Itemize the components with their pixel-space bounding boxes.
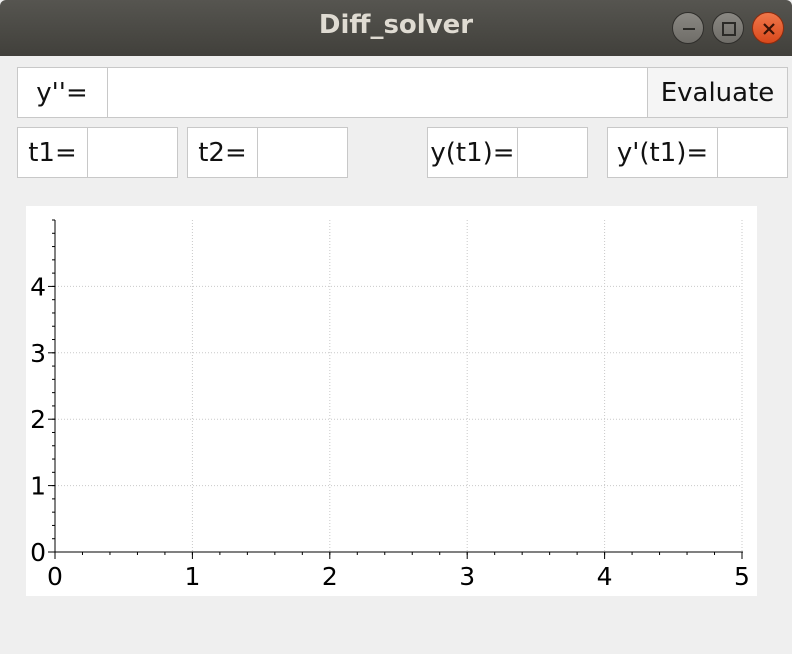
t1-label: t1= — [28, 137, 77, 168]
y-tick-label: 1 — [30, 472, 46, 501]
x-tick-label: 5 — [734, 562, 750, 591]
x-tick-label: 2 — [322, 562, 338, 591]
x-tick-label: 1 — [184, 562, 200, 591]
y-tick-label: 3 — [30, 339, 46, 368]
equation-input[interactable] — [107, 68, 647, 117]
t1-input[interactable] — [87, 128, 177, 177]
plot-canvas: 0 1 2 3 4 5 0 1 2 3 4 — [30, 219, 750, 591]
y-t1-label: y(t1)= — [430, 137, 515, 168]
y-tick-label: 4 — [30, 272, 46, 301]
y-tick-label: 0 — [30, 538, 46, 567]
evaluate-button[interactable]: Evaluate — [647, 67, 788, 118]
solution-plot[interactable]: 0 1 2 3 4 5 0 1 2 3 4 — [26, 206, 757, 596]
x-tick-label: 0 — [47, 562, 63, 591]
t2-label: t2= — [198, 137, 247, 168]
y-t1-input[interactable] — [517, 128, 587, 177]
t2-input[interactable] — [257, 128, 347, 177]
close-icon[interactable] — [752, 12, 784, 44]
dy-t1-label: y'(t1)= — [616, 137, 709, 168]
dy-t1-input[interactable] — [717, 128, 787, 177]
title-bar[interactable]: Diff_solver — [0, 0, 792, 56]
equation-label: y''= — [36, 77, 88, 108]
minimize-icon[interactable] — [672, 12, 704, 44]
maximize-icon[interactable] — [712, 12, 744, 44]
x-tick-label: 3 — [459, 562, 475, 591]
y-tick-label: 2 — [30, 405, 46, 434]
x-tick-label: 4 — [597, 562, 613, 591]
